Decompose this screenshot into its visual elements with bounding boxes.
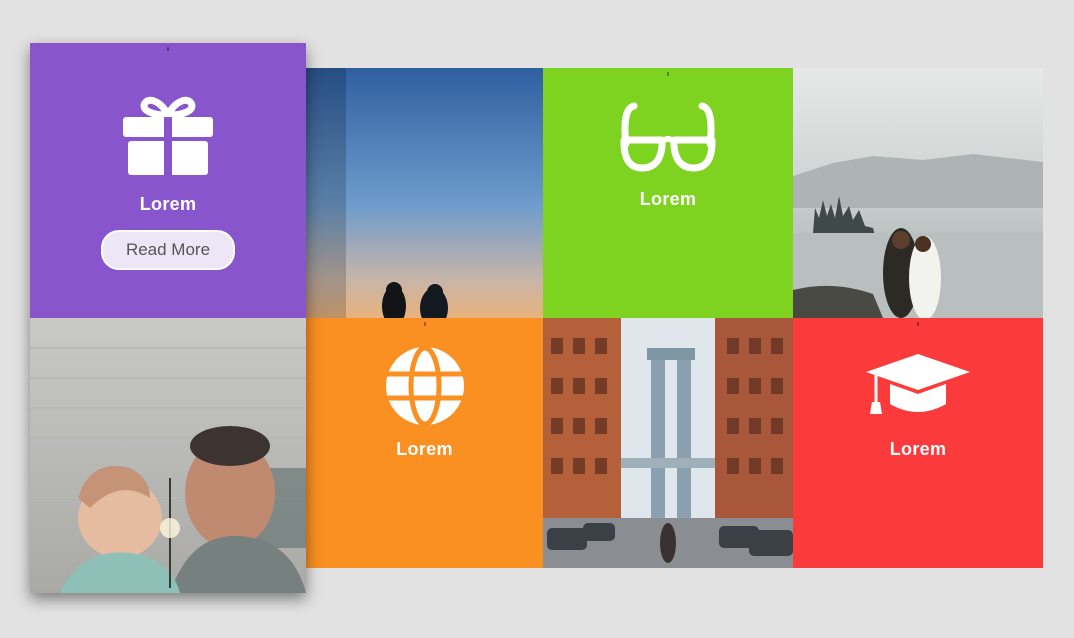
tile-label: Lorem (889, 439, 947, 459)
globe-icon (385, 345, 465, 431)
tile-glasses[interactable]: Lorem (543, 68, 793, 318)
tile-marker (423, 322, 426, 326)
gift-icon (123, 95, 213, 180)
tile-graduation[interactable]: Lorem (793, 318, 1043, 568)
photo-father-child-sparkler (30, 318, 306, 593)
tile-label: Lorem (396, 439, 453, 459)
tile-globe[interactable]: Lorem (306, 318, 543, 568)
featured-header: Lorem Read More (30, 43, 306, 318)
photo-city-bridge (543, 318, 793, 568)
tile-label: Lorem (639, 189, 697, 209)
photo-wedding-lake (793, 68, 1043, 318)
tile-marker (167, 47, 169, 51)
featured-card[interactable]: Lorem Read More (30, 43, 306, 593)
graduation-cap-icon (866, 354, 970, 423)
glasses-icon (620, 98, 716, 179)
featured-label: Lorem (139, 194, 197, 214)
tile-marker (667, 72, 669, 76)
photo-couple-sky (306, 68, 543, 318)
tile-marker (917, 322, 919, 326)
read-more-button[interactable]: Read More (101, 230, 235, 270)
